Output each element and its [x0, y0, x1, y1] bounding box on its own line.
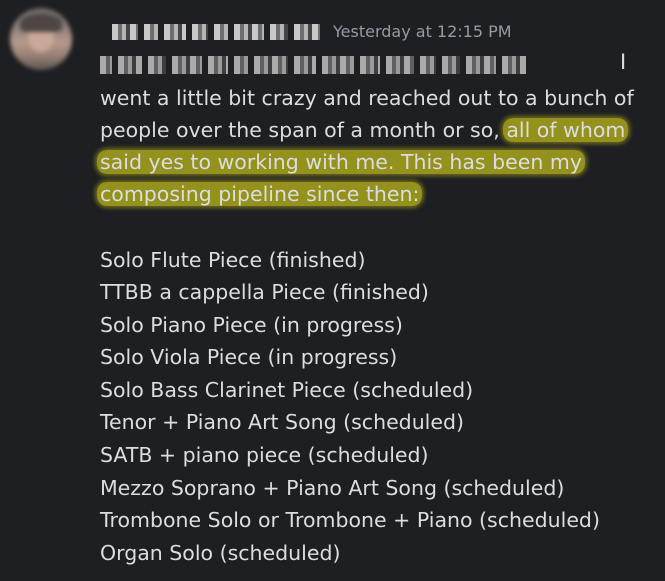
list-item: Tenor + Piano Art Song (scheduled): [100, 410, 465, 434]
list-item: Solo Viola Piece (in progress): [100, 345, 398, 369]
message-timestamp: Yesterday at 12:15 PM: [333, 22, 512, 41]
user-avatar[interactable]: [10, 8, 72, 70]
highlighted-text: composing pipeline since then:: [97, 182, 423, 206]
list-item: Solo Flute Piece (finished): [100, 248, 366, 272]
highlighted-text: all of whom: [503, 118, 629, 142]
message-line: went a little bit crazy and reached out …: [100, 83, 634, 113]
message-text: went a little bit crazy and reached out …: [100, 86, 634, 110]
redacted-text: [100, 56, 526, 74]
chat-message: Yesterday at 12:15 PM I went a little bi…: [0, 0, 665, 581]
message-text: people over the span of a month or so,: [100, 118, 507, 142]
list-item: Mezzo Soprano + Piano Art Song (schedule…: [100, 476, 565, 500]
message-line: composing pipeline since then:: [97, 179, 423, 209]
list-item: Solo Bass Clarinet Piece (scheduled): [100, 378, 474, 402]
message-line: said yes to working with me. This has be…: [97, 147, 585, 177]
message-text-fragment: I: [620, 50, 627, 74]
list-item: Solo Piano Piece (in progress): [100, 313, 403, 337]
list-item: Trombone Solo or Trombone + Piano (sched…: [100, 508, 600, 532]
highlighted-text: said yes to working with me. This has be…: [97, 150, 585, 174]
username-redacted[interactable]: [112, 24, 320, 40]
list-item: SATB + piano piece (scheduled): [100, 443, 429, 467]
list-item: TTBB a cappella Piece (finished): [100, 280, 429, 304]
list-item: Organ Solo (scheduled): [100, 541, 341, 565]
message-line: people over the span of a month or so, a…: [100, 115, 629, 145]
